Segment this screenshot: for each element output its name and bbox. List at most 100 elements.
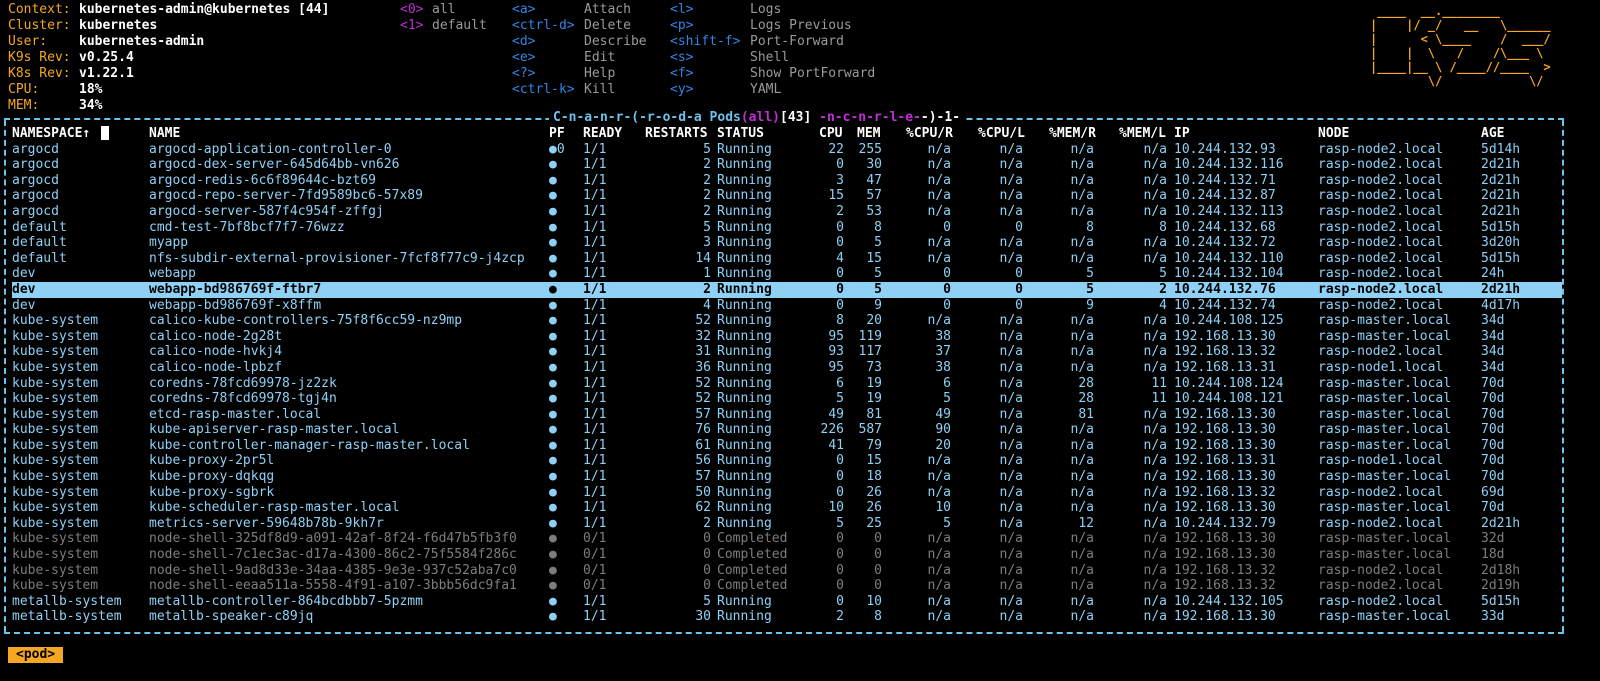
key-hint[interactable]: <?> Help	[512, 66, 647, 82]
breadcrumb[interactable]: <pod>	[8, 647, 64, 663]
namespace-cell: kube-system	[12, 500, 99, 516]
node-cell: rasp-node2.local	[1318, 219, 1444, 235]
ip-cell: 10.244.132.79	[1174, 515, 1276, 531]
ready-cell: 1/1	[583, 266, 607, 282]
cpu-cell: 8	[836, 313, 844, 329]
column-header[interactable]: AGE	[1481, 126, 1504, 142]
key-hint[interactable]: <l> Logs	[670, 2, 875, 18]
table-row[interactable]: kube-system node-shell-9ad8d33e-34aa-4385…	[12, 563, 1562, 579]
pods-table[interactable]: NAMESPACE↑ NAME PF READY RESTARTS STATUS CPU ME…	[12, 126, 1562, 625]
table-row[interactable]: dev webapp-bd986769f-x8ffm ● 1/1 4 Running 0 9 0…	[12, 298, 1562, 314]
node-cell: rasp-master.local	[1318, 437, 1452, 453]
pf-cell: ●	[549, 375, 557, 391]
table-row[interactable]: default cmd-test-7bf8bcf7f7-76wzz ● 1/1 5 Run…	[12, 220, 1562, 236]
table-row[interactable]: kube-system node-shell-7c1ec3ac-d17a-4300…	[12, 547, 1562, 563]
key-hint[interactable]: <y> YAML	[670, 82, 875, 98]
table-row[interactable]: kube-system calico-node-hvkj4 ● 1/1 31 Runnin…	[12, 344, 1562, 360]
key-hint[interactable]: <s> Shell	[670, 50, 875, 66]
key-hint[interactable]: <d> Describe	[512, 34, 647, 50]
mem-request-cell: 9	[1086, 297, 1094, 313]
table-row[interactable]: argocd argocd-server-587f4c954f-zffgj ● 1/1…	[12, 204, 1562, 220]
filter-cursor	[101, 126, 109, 140]
mem-request-cell: n/a	[1070, 359, 1094, 375]
column-header[interactable]: NAME	[149, 126, 180, 142]
pf-cell: ●	[549, 422, 557, 438]
age-cell: 70d	[1481, 406, 1505, 422]
table-row[interactable]: metallb-system metallb-controller-864bcdb…	[12, 594, 1562, 610]
cpu-cell: 95	[828, 328, 844, 344]
table-row[interactable]: argocd argocd-dex-server-645d64bb-vn626 ● 1…	[12, 157, 1562, 173]
table-row[interactable]: kube-system kube-scheduler-rasp-master.lo…	[12, 500, 1562, 516]
cpu-limit-cell: n/a	[999, 531, 1023, 547]
column-header[interactable]: STATUS	[717, 126, 764, 142]
key-hint[interactable]: <shift-f> Port-Forward	[670, 34, 875, 50]
column-header[interactable]: NODE	[1318, 126, 1349, 142]
column-header[interactable]: %CPU/R	[906, 126, 953, 142]
column-header[interactable]: IP	[1174, 126, 1190, 142]
key-hint[interactable]: <e> Edit	[512, 50, 647, 66]
namespace-shortcut[interactable]: <1> default	[400, 18, 487, 34]
status-cell: Running	[717, 453, 772, 469]
restarts-cell: 2	[703, 157, 711, 173]
cpu-cell: 0	[836, 235, 844, 251]
namespace-shortcut[interactable]: <0> all	[400, 2, 487, 18]
column-header[interactable]: MEM	[857, 126, 880, 142]
key-hint[interactable]: <f> Show PortForward	[670, 66, 875, 82]
key-hint[interactable]: <ctrl-k> Kill	[512, 82, 647, 98]
name-cell: calico-node-lpbzf	[149, 359, 283, 375]
column-header[interactable]: RESTARTS	[645, 126, 708, 142]
table-row[interactable]: kube-system calico-node-lpbzf ● 1/1 36 Runnin…	[12, 360, 1562, 376]
status-cell: Running	[717, 250, 772, 266]
table-row[interactable]: dev webapp ● 1/1 1 Running 0 5 0 0 5 5 10.244.132.10…	[12, 266, 1562, 282]
key-hint[interactable]: <p> Logs Previous	[670, 18, 875, 34]
table-row[interactable]: kube-system coredns-78fcd69978-tgj4n ● 1/1 5…	[12, 391, 1562, 407]
table-row[interactable]: argocd argocd-redis-6c6f89644c-bzt69 ● 1/1 2…	[12, 173, 1562, 189]
key-hint[interactable]: <ctrl-d> Delete	[512, 18, 647, 34]
table-row[interactable]: kube-system kube-proxy-dqkqg ● 1/1 57 Running…	[12, 469, 1562, 485]
cpu-limit-cell: n/a	[999, 593, 1023, 609]
table-row[interactable]: kube-system node-shell-325df8d9-a091-42af…	[12, 531, 1562, 547]
table-row[interactable]: kube-system kube-proxy-sgbrk ● 1/1 50 Running…	[12, 485, 1562, 501]
table-row[interactable]: kube-system coredns-78fcd69978-jz2zk ● 1/1 5…	[12, 376, 1562, 392]
key-hint[interactable]: <a> Attach	[512, 2, 647, 18]
ready-cell: 0/1	[583, 531, 607, 547]
cpu-cell: 3	[836, 172, 844, 188]
status-cell: Running	[717, 297, 772, 313]
status-cell: Completed	[717, 531, 788, 547]
table-row[interactable]: kube-system kube-apiserver-rasp-master.lo…	[12, 422, 1562, 438]
column-header[interactable]: %MEM/L	[1119, 126, 1166, 142]
table-row[interactable]: kube-system calico-node-2g28t ● 1/1 32 Runnin…	[12, 329, 1562, 345]
column-header[interactable]: PF	[549, 126, 565, 142]
table-row[interactable]: kube-system kube-proxy-2pr5l ● 1/1 56 Running…	[12, 453, 1562, 469]
ip-cell: 192.168.13.30	[1174, 422, 1276, 438]
table-row[interactable]: argocd argocd-application-controller-0 ●0 1…	[12, 142, 1562, 158]
pf-cell: ●	[549, 609, 557, 625]
mem-limit-cell: n/a	[1143, 609, 1167, 625]
cpu-limit-cell: n/a	[999, 578, 1023, 594]
table-row[interactable]: kube-system metrics-server-59648b78b-9kh7…	[12, 516, 1562, 532]
table-row[interactable]: metallb-system metallb-speaker-c89jq ● 1/1 3…	[12, 609, 1562, 625]
restarts-cell: 0	[703, 562, 711, 578]
column-header[interactable]: READY	[583, 126, 622, 142]
cpu-request-cell: n/a	[927, 172, 951, 188]
table-row[interactable]: kube-system calico-kube-controllers-75f8f…	[12, 313, 1562, 329]
column-header[interactable]: %CPU/L	[978, 126, 1025, 142]
table-row[interactable]: default nfs-subdir-external-provisioner-7…	[12, 251, 1562, 267]
pf-cell: ●	[549, 172, 557, 188]
table-row[interactable]: kube-system kube-controller-manager-rasp-…	[12, 438, 1562, 454]
restarts-cell: 50	[695, 484, 711, 500]
table-row[interactable]: default myapp ● 1/1 3 Running 0 5 n/a n/a n/a n/a 10…	[12, 235, 1562, 251]
column-header[interactable]: NAMESPACE↑	[12, 126, 90, 142]
name-cell: kube-proxy-dqkqg	[149, 469, 275, 485]
table-row[interactable]: argocd argocd-repo-server-7fd9589bc6-57x8…	[12, 188, 1562, 204]
column-header[interactable]: CPU	[819, 126, 842, 142]
column-header[interactable]: %MEM/R	[1049, 126, 1096, 142]
table-row[interactable]: kube-system etcd-rasp-master.local ● 1/1 57 R…	[12, 407, 1562, 423]
node-cell: rasp-master.local	[1318, 469, 1452, 485]
mem-limit-cell: n/a	[1143, 578, 1167, 594]
mem-limit-cell: 2	[1159, 281, 1167, 297]
hint-key: <l>	[670, 2, 694, 17]
mem-limit-cell: 11	[1151, 375, 1167, 391]
table-row-selected[interactable]: dev webapp-bd986769f-ftbr7 ● 1/1 2 Running 0 5 0…	[12, 281, 1562, 298]
table-row[interactable]: kube-system node-shell-eeaa511a-5558-4f91…	[12, 578, 1562, 594]
